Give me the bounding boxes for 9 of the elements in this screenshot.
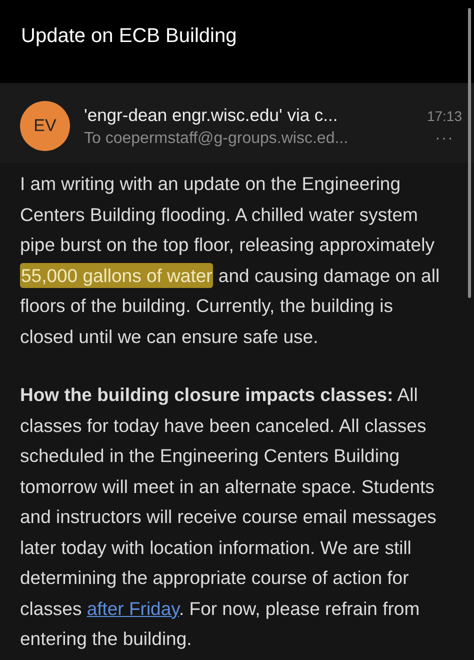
email-subject: Update on ECB Building	[21, 25, 237, 48]
avatar: EV	[20, 101, 70, 151]
body-paragraph: How the building closure impacts classes: All classes for today have been canceled. All classes scheduled in the Engineering Centers Building tomorrow will meet in an alternate space. Students and instructors will receive course email messages later today with location information. We are still determining the appropriate course of action for classes after Friday. For now, please refrain from entering the building.	[20, 383, 438, 651]
recipient-line: To coepermstaff@g-groups.wisc.ed...	[84, 130, 348, 148]
time-label: 17:13	[426, 108, 462, 124]
more-button[interactable]: ···	[435, 130, 462, 148]
sender-name: 'engr-dean engr.wisc.edu' via c...	[84, 104, 338, 126]
link[interactable]: after Friday	[86, 598, 180, 618]
body-paragraph: I am writing with an update on the Engineering Centers Building flooding. A chilled water system pipe burst on the top floor, releasing approximately 55,000 gallons of water and causing damage on all floors of the building. Currently, the building is closed until we can ensure safe use.	[20, 172, 441, 348]
